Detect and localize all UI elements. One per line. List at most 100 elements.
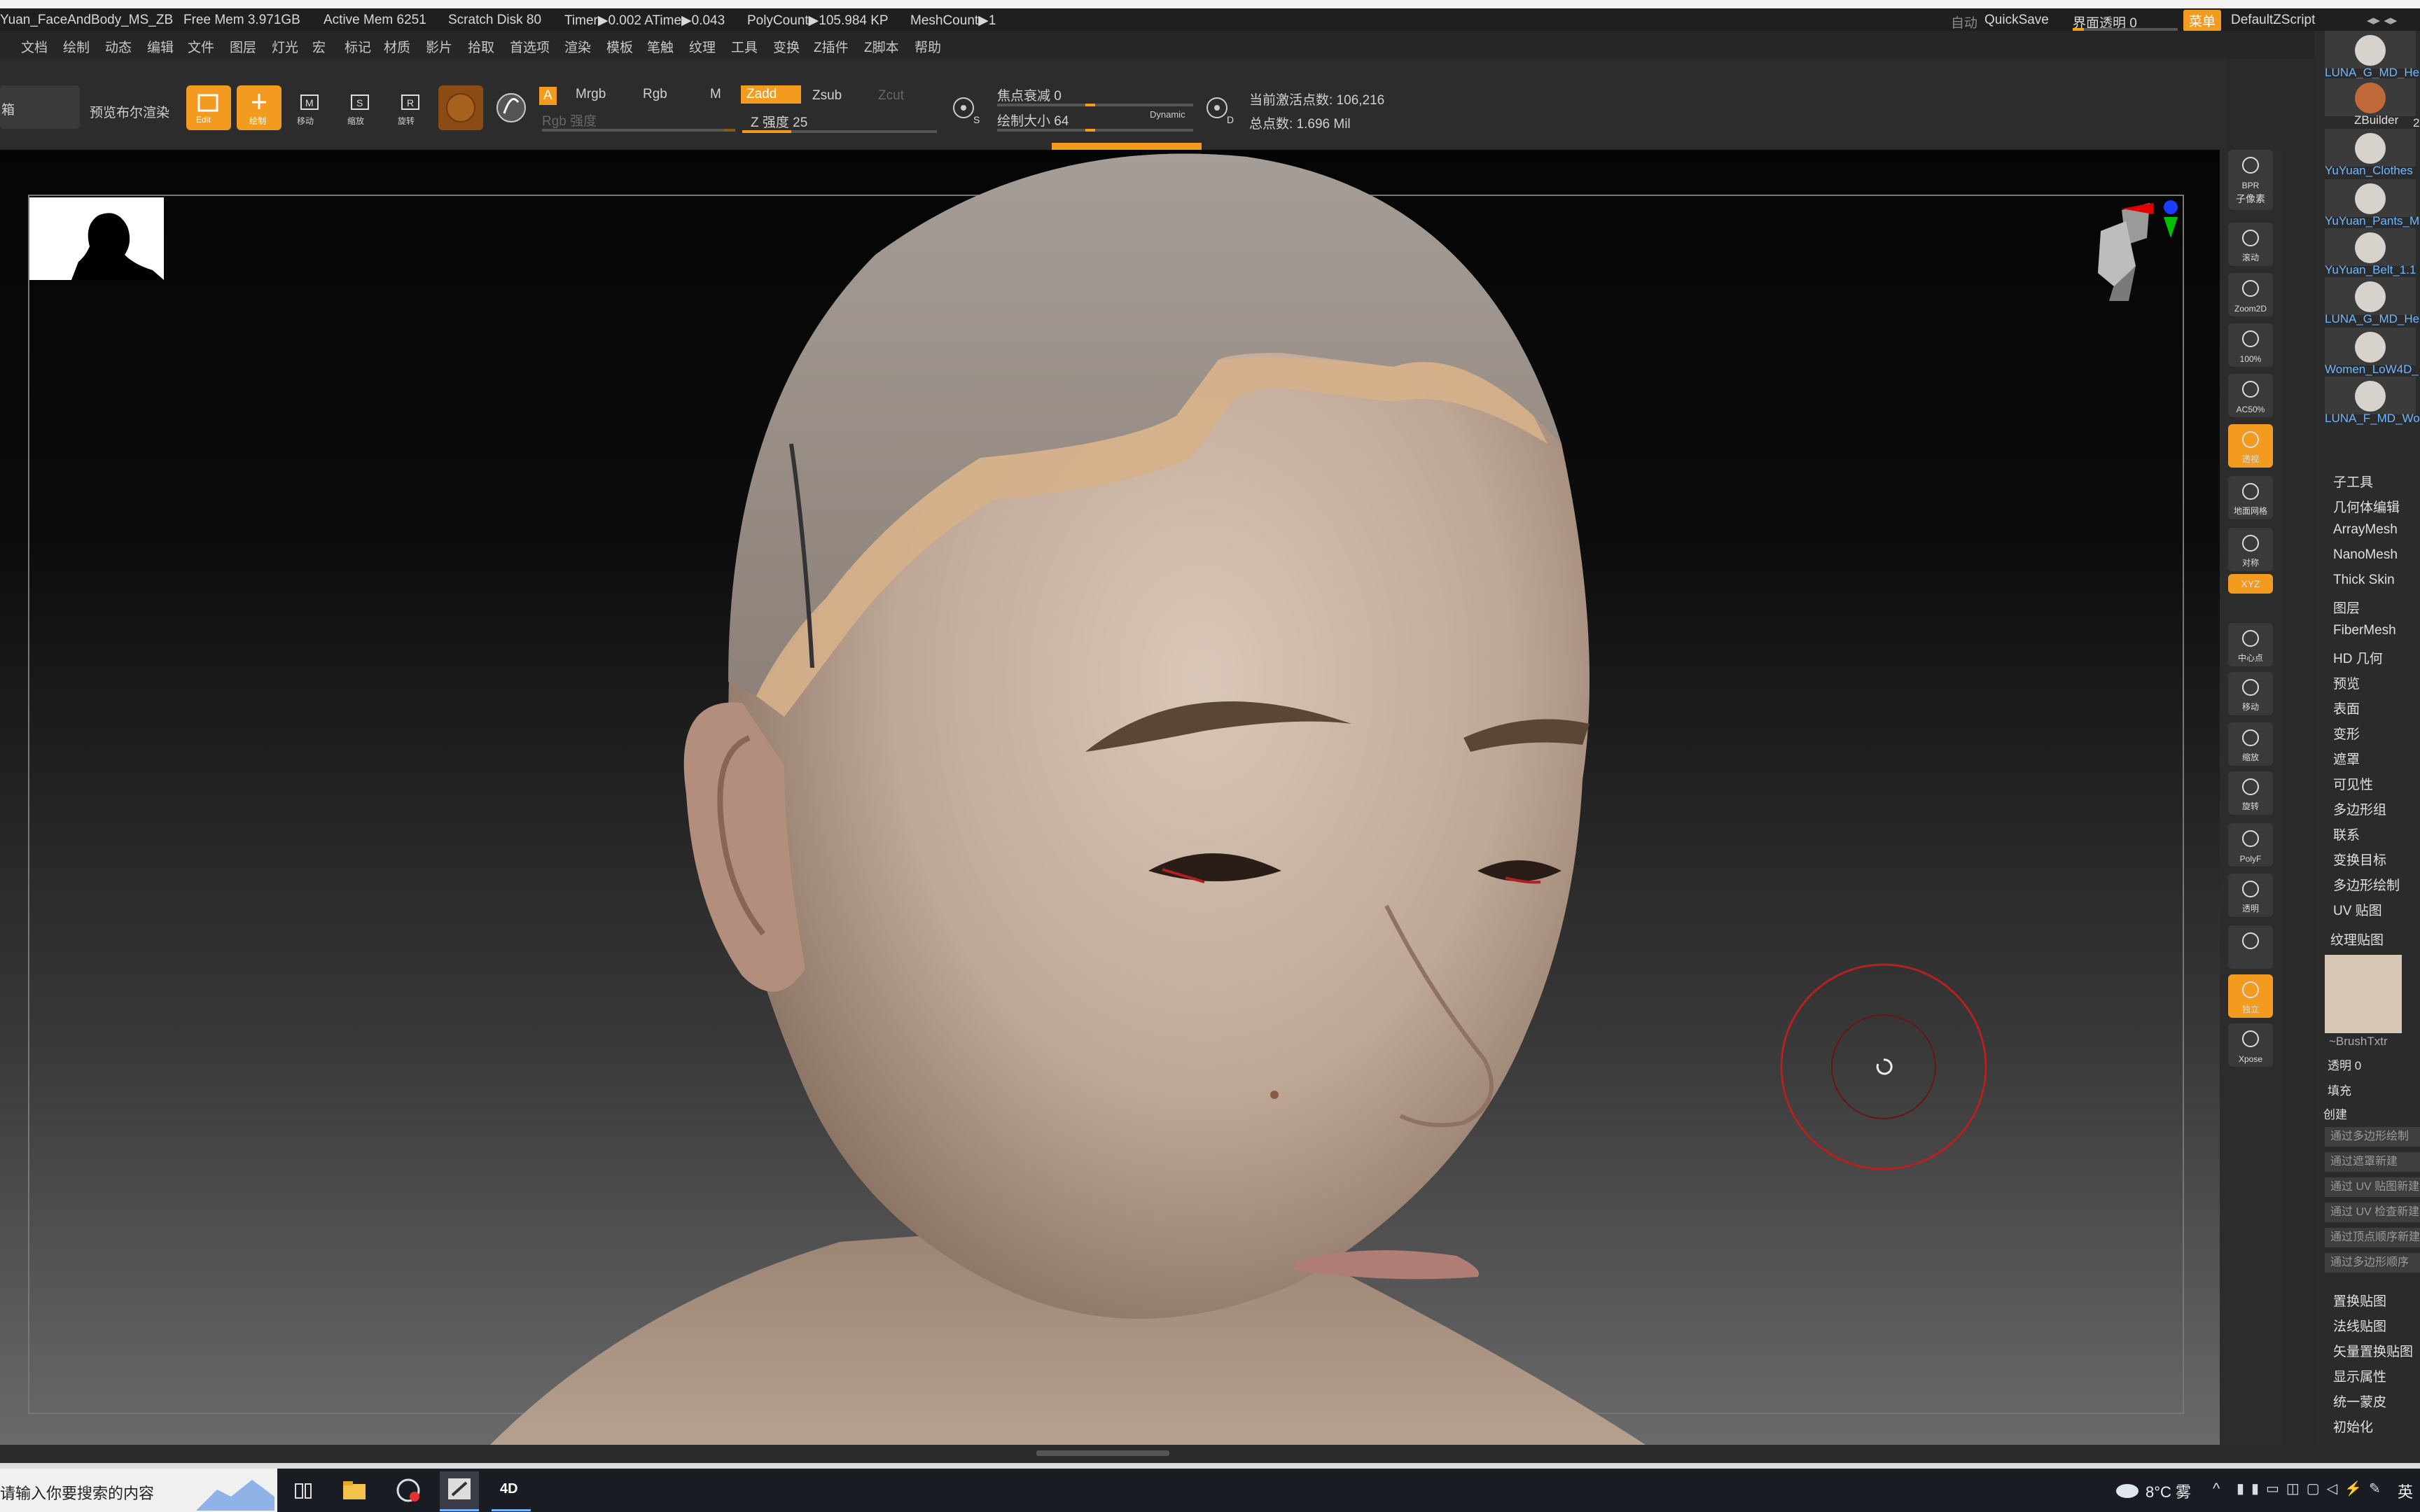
shelf-button[interactable]: Xpose [2228,1023,2273,1067]
palette-menu-item[interactable]: ArrayMesh [2333,522,2398,538]
shelf-button[interactable]: AC50% [2228,374,2273,417]
create-option-button[interactable]: 通过多边形绘制 [2325,1127,2420,1147]
focal-shift-brush-button[interactable]: S [945,87,986,127]
rgb-intensity-slider[interactable] [542,129,735,132]
focal-shift-slider[interactable] [997,104,1193,106]
shelf-button[interactable]: Zoom2D [2228,273,2273,316]
palette-menu-item[interactable]: 联系 [2333,825,2360,844]
menu-item[interactable]: 灯光 [272,37,298,56]
palette-menu-item[interactable]: 统一蒙皮 [2333,1392,2386,1410]
shelf-button[interactable]: 透明 [2228,874,2273,917]
subtool-thumbnail[interactable] [2325,31,2416,69]
edit-button[interactable]: Edit [186,85,231,130]
menu-item[interactable]: 图层 [230,37,256,56]
menu-item[interactable]: 文档 [21,37,48,56]
draw-size-slider[interactable] [997,129,1193,132]
subtool-thumbnail[interactable] [2325,377,2416,414]
menu-item[interactable]: 拾取 [468,37,494,56]
menu-item[interactable]: 编辑 [147,37,174,56]
create-option-button[interactable]: 通过 UV 检查新建 [2325,1203,2420,1222]
subtool-thumbnail[interactable] [2325,328,2416,365]
palette-menu-item[interactable]: 多边形组 [2333,799,2386,818]
palette-menu-item[interactable]: 变换目标 [2333,850,2386,869]
palette-menu-item[interactable]: Thick Skin [2333,573,2395,588]
shelf-button[interactable]: 独立 [2228,974,2273,1018]
create-option-button[interactable]: 通过多边形顺序 [2325,1253,2420,1273]
a-button[interactable]: A [539,87,557,105]
menu-item[interactable]: 宏 [312,37,326,56]
rotate-button[interactable]: R 旋转 [388,85,433,130]
tray-icons[interactable]: ▮▮▭◫▢◁⚡✎ [2237,1480,2388,1497]
palette-menu-item[interactable]: 可见性 [2333,774,2373,793]
menu-item[interactable]: 模板 [606,37,633,56]
file-explorer-icon[interactable] [342,1478,367,1502]
shelf-button[interactable]: 滚动 [2228,223,2273,266]
default-zscript[interactable]: DefaultZScript [2231,13,2315,28]
preview-render-button[interactable]: 预览布尔渲染 [90,102,169,121]
subtool-thumbnail[interactable] [2325,179,2416,217]
menu-item[interactable]: Z脚本 [864,37,899,56]
palette-menu-item[interactable]: 变形 [2333,724,2360,743]
palette-menu-item[interactable]: 矢量置换贴图 [2333,1341,2413,1360]
create-option-button[interactable]: 通过遮罩新建 [2325,1152,2420,1172]
ui-transparency-slider[interactable]: 界面透明 0 [2073,13,2178,31]
material-button[interactable] [438,85,483,130]
shelf-button[interactable]: 地面网格 [2228,476,2273,519]
toolbar-scroll-indicator[interactable] [1052,143,1202,150]
palette-menu-item[interactable]: 初始化 [2333,1417,2373,1436]
weather-text[interactable]: 8°C 雾 [2146,1480,2191,1502]
palette-menu-item[interactable]: 显示属性 [2333,1366,2386,1385]
light-box-button[interactable]: 箱 [0,85,80,129]
palette-menu-item[interactable]: UV 贴图 [2333,900,2382,919]
menu-item[interactable]: 文件 [188,37,214,56]
palette-menu-item[interactable]: 遮罩 [2333,749,2360,768]
shelf-button[interactable]: XYZ [2228,574,2273,594]
menu-item[interactable]: 影片 [426,37,452,56]
create-option-button[interactable]: 通过 UV 贴图新建 [2325,1177,2420,1197]
scale-button[interactable]: S 缩放 [338,85,382,130]
menu-item[interactable]: 绘制 [63,37,90,56]
window-controls-icon[interactable]: ◂▸ ◂▸ [2367,13,2397,29]
palette-menu-item[interactable]: 几何体编辑 [2333,497,2400,516]
menu-item[interactable]: Z插件 [814,37,849,56]
input-language[interactable]: 英 [2398,1480,2413,1502]
canvas-viewport[interactable] [0,150,2220,1445]
draw-button[interactable]: 绘制 [237,85,281,130]
shelf-button[interactable]: PolyF [2228,823,2273,867]
bottom-tray-handle[interactable] [1036,1450,1169,1456]
zadd-button[interactable]: Zadd [741,85,801,104]
brush-texture-thumbnail[interactable] [2325,955,2402,1033]
palette-menu-item[interactable]: 置换贴图 [2333,1291,2386,1310]
shelf-button[interactable]: 缩放 [2228,722,2273,766]
menu-item[interactable]: 工具 [731,37,758,56]
shelf-button[interactable]: 子像素 [2228,190,2273,210]
shelf-button[interactable]: 100% [2228,323,2273,367]
menu-item[interactable]: 笔触 [647,37,674,56]
tray-chevron-icon[interactable]: ^ [2213,1480,2220,1498]
shelf-button[interactable]: 移动 [2228,672,2273,715]
shelf-button[interactable]: 旋转 [2228,771,2273,815]
menu-item[interactable]: 首选项 [510,37,550,56]
move-button[interactable]: M 移动 [287,85,332,130]
c4d-taskbar-app[interactable]: 4D [492,1471,531,1511]
orientation-gizmo[interactable] [2059,196,2185,336]
quicksave-button[interactable]: QuickSave [1984,13,2049,28]
zsub-button[interactable]: Zsub [812,88,842,104]
menu-item[interactable]: 帮助 [915,37,941,56]
shelf-button[interactable]: 对称 [2228,528,2273,571]
dynamic-toggle[interactable]: Dynamic [1150,109,1185,120]
texture-button[interactable] [489,85,534,130]
menu-item[interactable]: 标记 [345,37,371,56]
palette-menu-item[interactable]: 预览 [2333,673,2360,692]
rgb-button[interactable]: Rgb [643,87,667,102]
menu-item[interactable]: 纹理 [689,37,716,56]
shelf-button[interactable]: 透视 [2228,424,2273,468]
menu-button[interactable]: 菜单 [2183,10,2222,31]
subtool-thumbnail[interactable] [2325,78,2416,116]
subtool-thumbnail[interactable] [2325,129,2416,167]
create-section[interactable]: 创建 [2323,1105,2347,1122]
mrgb-button[interactable]: Mrgb [576,87,606,102]
shelf-button[interactable]: BPR [2228,150,2273,193]
menu-item[interactable]: 变换 [773,37,800,56]
texture-map-header[interactable]: 纹理贴图 [2330,930,2384,948]
